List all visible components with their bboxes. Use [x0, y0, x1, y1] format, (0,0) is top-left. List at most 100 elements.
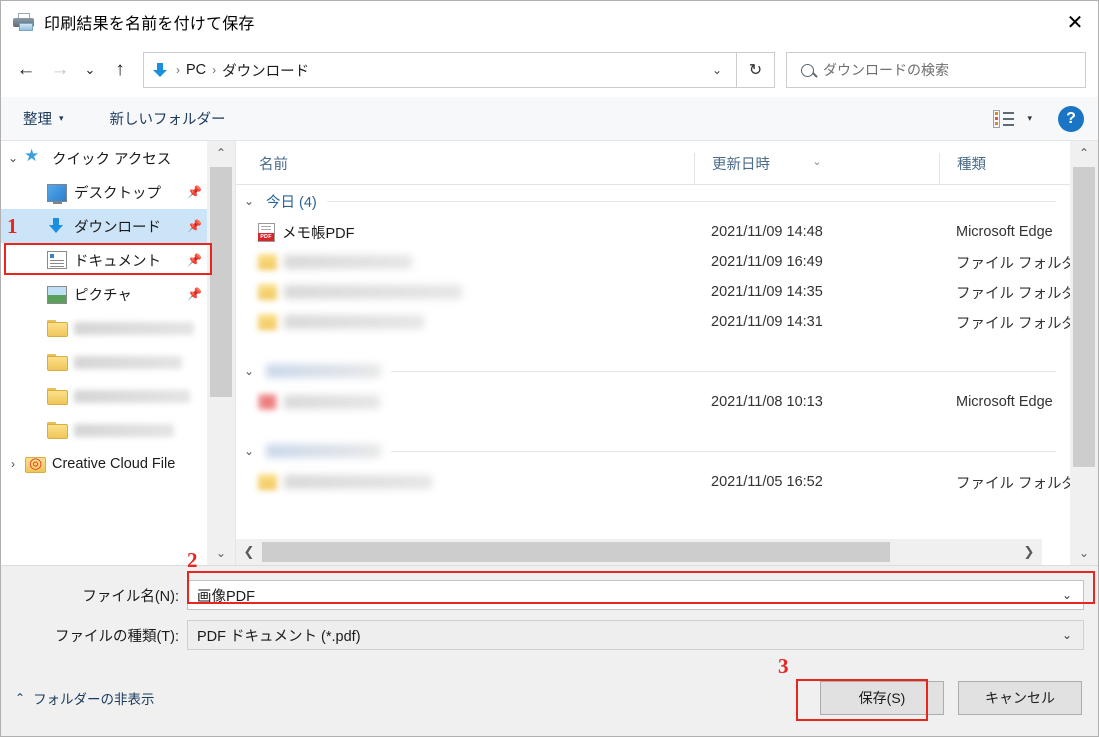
sidebar-item-label-blurred [74, 355, 182, 369]
sidebar-item-4[interactable]: ピクチャ 📌 [1, 277, 208, 311]
annotation-marker-1: 1 [7, 214, 18, 238]
file-type-cell: ファイル フォルダー [956, 475, 1070, 492]
dialog-footer: ⌃ フォルダーの非表示 保存(S) キャンセル [1, 659, 1098, 736]
chevron-down-icon[interactable]: ⌄ [1051, 628, 1083, 642]
search-box[interactable]: ダウンロードの検索 [786, 52, 1086, 88]
sidebar-item-label: ピクチャ [74, 287, 132, 304]
file-group-header[interactable]: ⌄ [236, 355, 1070, 387]
table-row[interactable]: 2021/11/09 14:31 ファイル フォルダー [236, 307, 1070, 337]
file-list-hscrollbar[interactable]: ❮ ❯ [236, 539, 1042, 565]
file-name-blurred [284, 255, 412, 269]
filetype-select[interactable]: PDF ドキュメント (*.pdf) ⌄ [187, 620, 1084, 650]
window-title: 印刷結果を名前を付けて保存 [44, 16, 255, 33]
file-date-cell: 2021/11/09 14:35 [711, 284, 823, 300]
file-type-cell: ファイル フォルダー [956, 285, 1070, 302]
group-collapse-icon[interactable]: ⌄ [244, 444, 266, 458]
organize-button[interactable]: 整理 ▾ [23, 108, 64, 129]
file-name-cell [236, 394, 694, 410]
group-header-blurred [266, 364, 381, 378]
sidebar-item-3[interactable]: ドキュメント 📌 [1, 243, 208, 277]
recent-locations-button[interactable]: ⌄ [77, 53, 103, 87]
tree-scroll-down-icon[interactable]: ⌄ [207, 541, 235, 565]
file-date-cell: 2021/11/09 14:48 [711, 224, 823, 240]
column-header-name[interactable]: 名前 [236, 153, 694, 184]
save-form: ファイル名(N): 画像PDF ⌄ ファイルの種類(T): PDF ドキュメント… [1, 565, 1098, 659]
list-scroll-up-icon[interactable]: ⌃ [1070, 141, 1098, 165]
table-row[interactable]: 2021/11/09 14:35 ファイル フォルダー [236, 277, 1070, 307]
new-folder-button[interactable]: 新しいフォルダー [110, 108, 226, 129]
chevron-down-icon[interactable]: ⌄ [1051, 588, 1083, 602]
search-input[interactable]: ダウンロードの検索 [823, 60, 949, 80]
file-group-header[interactable]: ⌄ 今日 (4) [236, 185, 1070, 217]
twisty-icon[interactable]: › [1, 457, 25, 471]
sidebar-item-1[interactable]: デスクトップ 📌 [1, 175, 208, 209]
up-button[interactable]: ↑ [103, 53, 137, 87]
table-row[interactable]: 2021/11/08 10:13 Microsoft Edge [236, 387, 1070, 417]
table-row[interactable]: 2021/11/05 16:52 ファイル フォルダー [236, 467, 1070, 497]
save-button[interactable]: 保存(S) [820, 680, 944, 715]
table-row[interactable]: 2021/11/09 16:49 ファイル フォルダー [236, 247, 1070, 277]
file-name-cell [236, 284, 694, 300]
file-name-blurred [284, 475, 432, 489]
chevron-down-icon[interactable]: ⌄ [702, 63, 732, 77]
help-icon[interactable]: ? [1058, 105, 1084, 132]
pin-icon[interactable]: 📌 [187, 287, 202, 301]
annotation-marker-2: 2 [187, 548, 198, 572]
sidebar-item-label: ダウンロード [74, 219, 161, 236]
breadcrumb-separator: › [176, 63, 180, 77]
breadcrumb-pc[interactable]: PC [186, 62, 206, 78]
chevron-down-icon[interactable]: ▾ [1027, 113, 1032, 124]
close-icon[interactable]: ✕ [1052, 1, 1098, 43]
file-group-header[interactable]: ⌄ [236, 435, 1070, 467]
command-bar: 整理 ▾ 新しいフォルダー ▾ ? [1, 97, 1098, 141]
breadcrumb-separator: › [212, 63, 217, 77]
table-row[interactable]: PDF メモ帳PDF 2021/11/09 14:48 Microsoft Edge [236, 217, 1070, 247]
file-rows: ⌄ 今日 (4) PDF メモ帳PDF 2021/11/09 14:48 Microsof… [236, 185, 1070, 565]
sidebar-item-8[interactable] [1, 413, 208, 447]
sidebar-item-label: デスクトップ [74, 185, 161, 202]
cancel-button[interactable]: キャンセル [958, 680, 1082, 715]
refresh-icon[interactable]: ↻ [737, 52, 775, 88]
back-button[interactable]: ← [9, 53, 43, 87]
folder-icon [258, 284, 277, 300]
filename-input[interactable]: 画像PDF ⌄ [187, 580, 1084, 610]
group-collapse-icon[interactable]: ⌄ [244, 364, 266, 378]
filename-value: 画像PDF [197, 588, 255, 605]
pin-icon[interactable]: 📌 [187, 219, 202, 233]
group-header-blurred [266, 444, 381, 458]
sidebar-item-7[interactable] [1, 379, 208, 413]
breadcrumb-downloads[interactable]: ダウンロード [222, 60, 309, 81]
sidebar-item-downloads[interactable]: ダウンロード 📌 [1, 209, 208, 243]
filename-row: ファイル名(N): 画像PDF ⌄ [1, 579, 1098, 611]
annotation-marker-3: 3 [778, 654, 789, 678]
navigation-tree: ⌄ クイック アクセスデスクトップ 📌 ダウンロード 📌 ドキュメント 📌 ピクチャ 📌 › Cre… [1, 141, 208, 565]
column-header-date[interactable]: ⌄ 更新日時 [694, 153, 939, 184]
sidebar-item-5[interactable] [1, 311, 208, 345]
tree-scroll-up-icon[interactable]: ⌃ [207, 141, 235, 165]
column-header-type[interactable]: 種類 [939, 153, 1070, 184]
group-header-label: 今日 (4) [266, 194, 317, 211]
pin-icon[interactable]: 📌 [187, 253, 202, 267]
folder-icon [47, 422, 68, 440]
file-date-cell: 2021/11/09 16:49 [711, 254, 823, 270]
sidebar-item-0[interactable]: ⌄ クイック アクセス [1, 141, 208, 175]
view-options-icon[interactable] [993, 109, 1015, 128]
file-list-vscrollbar[interactable]: ⌃ ⌄ [1070, 141, 1098, 565]
pin-icon[interactable]: 📌 [187, 185, 202, 199]
dialog-body: ⌄ クイック アクセスデスクトップ 📌 ダウンロード 📌 ドキュメント 📌 ピクチャ 📌 › Cre… [1, 141, 1098, 565]
scroll-right-icon[interactable]: ❯ [1016, 544, 1042, 560]
sort-chevron-icon: ⌄ [812, 156, 822, 168]
address-bar[interactable]: › PC › ダウンロード ⌄ [143, 52, 737, 88]
tree-scrollbar[interactable]: ⌃ ⌄ [207, 141, 236, 565]
group-collapse-icon[interactable]: ⌄ [244, 194, 266, 208]
twisty-icon[interactable]: ⌄ [1, 151, 25, 165]
hide-folders-button[interactable]: ⌃ フォルダーの非表示 [15, 688, 155, 708]
file-name-cell [236, 314, 694, 330]
sidebar-item-label-blurred [74, 423, 174, 437]
list-scroll-down-icon[interactable]: ⌄ [1070, 541, 1098, 565]
hide-folders-label: フォルダーの非表示 [33, 691, 155, 707]
sidebar-item-6[interactable] [1, 345, 208, 379]
chevron-down-icon: ▾ [59, 113, 64, 123]
scroll-left-icon[interactable]: ❮ [236, 544, 262, 560]
sidebar-item-9[interactable]: › Creative Cloud File [1, 447, 208, 481]
